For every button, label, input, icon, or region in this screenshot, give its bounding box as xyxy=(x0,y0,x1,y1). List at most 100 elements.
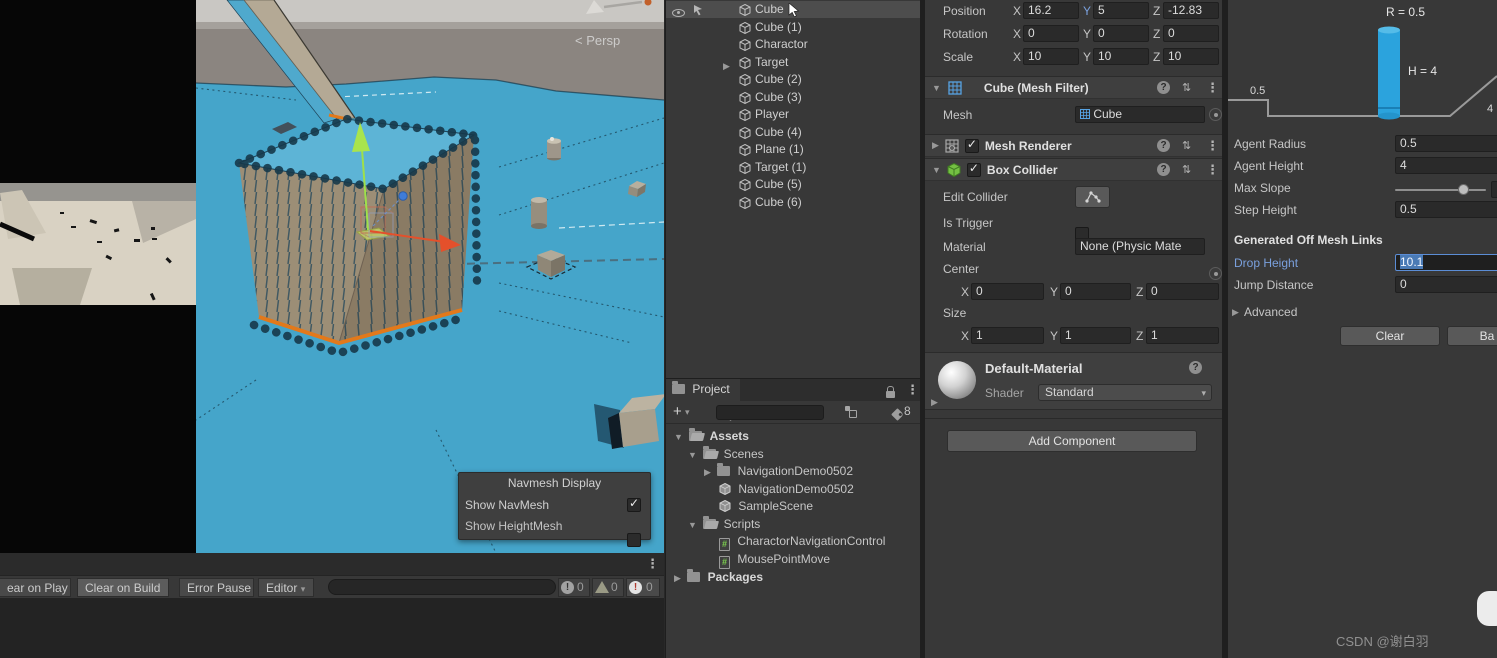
hierarchy-item-cube-5[interactable]: Cube (5) xyxy=(666,176,920,193)
box-collider-enabled-checkbox[interactable]: ✓ xyxy=(966,161,981,177)
hierarchy-item-charactor[interactable]: Charactor xyxy=(666,36,920,53)
foldout-icon[interactable]: ▼ xyxy=(688,450,697,460)
foldout-icon[interactable]: ▼ xyxy=(932,165,941,175)
size-z-field[interactable]: 1 xyxy=(1146,327,1219,344)
clear-button[interactable]: Clear xyxy=(1340,326,1440,346)
panel-divider[interactable] xyxy=(1222,0,1228,658)
project-menu-icon[interactable]: ⋮ xyxy=(906,382,919,398)
foldout-icon[interactable]: ▼ xyxy=(674,432,683,442)
help-icon[interactable]: ? xyxy=(1189,361,1202,374)
foldout-icon[interactable]: ▼ xyxy=(932,83,941,93)
clear-on-play-button[interactable]: ear on Play xyxy=(0,578,71,597)
console-search-input[interactable] xyxy=(328,579,556,595)
component-menu-icon[interactable]: ⋮ xyxy=(1206,162,1219,178)
scrollbar-thumb[interactable] xyxy=(1477,591,1497,626)
hierarchy-item-plane-1[interactable]: Plane (1) xyxy=(666,141,920,158)
show-navmesh-checkbox[interactable]: ✓ xyxy=(627,496,641,512)
position-x-field[interactable]: 16.2 xyxy=(1023,2,1079,19)
rotation-x-field[interactable]: 0 xyxy=(1023,25,1079,42)
tree-item-charactornavigationcontrol[interactable]: # CharactorNavigationControl xyxy=(719,534,885,551)
help-icon[interactable]: ? xyxy=(1157,81,1170,94)
rotation-z-field[interactable]: 0 xyxy=(1163,25,1219,42)
center-y-field[interactable]: 0 xyxy=(1060,283,1131,300)
max-slope-slider-track[interactable] xyxy=(1395,189,1486,191)
component-menu-icon[interactable]: ⋮ xyxy=(1206,138,1219,154)
hierarchy-item-player[interactable]: Player xyxy=(666,106,920,123)
tab-project[interactable]: Project xyxy=(666,379,740,401)
visibility-eye-icon[interactable] xyxy=(672,9,685,17)
position-y-field[interactable]: 5 xyxy=(1093,2,1149,19)
chevron-down-icon[interactable]: ▾ xyxy=(685,407,690,418)
hierarchy-item-cube-4[interactable]: Cube (4) xyxy=(666,124,920,141)
panel-divider[interactable] xyxy=(920,0,925,658)
step-height-field[interactable]: 0.5 xyxy=(1395,201,1497,218)
mesh-filter-header[interactable]: ▼ Cube (Mesh Filter) ? ⇅ ⋮ xyxy=(925,76,1222,99)
tree-item-navigationdemo-scene[interactable]: NavigationDemo0502 xyxy=(719,482,854,496)
help-icon[interactable]: ? xyxy=(1157,163,1170,176)
preset-icon[interactable]: ⇅ xyxy=(1182,81,1191,94)
component-menu-icon[interactable]: ⋮ xyxy=(1206,80,1219,96)
scale-y-field[interactable]: 10 xyxy=(1093,48,1149,65)
scale-z-field[interactable]: 10 xyxy=(1163,48,1219,65)
console-info-toggle[interactable]: ! 0 xyxy=(558,578,590,597)
lock-icon[interactable] xyxy=(886,386,895,398)
material-preview-header[interactable]: Default-Material ? Shader Standard ▾ ▶ xyxy=(925,352,1222,410)
gizmo-z-handle[interactable] xyxy=(398,191,408,201)
create-asset-button[interactable]: + xyxy=(673,403,682,420)
project-search-input[interactable] xyxy=(716,405,824,420)
center-z-field[interactable]: 0 xyxy=(1146,283,1219,300)
tree-item-assets[interactable]: ▼ Assets xyxy=(674,428,749,443)
shader-dropdown[interactable]: Standard ▾ xyxy=(1038,384,1212,401)
mesh-renderer-enabled-checkbox[interactable]: ✓ xyxy=(964,137,979,153)
hierarchy-item-target-1[interactable]: Target (1) xyxy=(666,159,920,176)
clear-on-build-button[interactable]: Clear on Build xyxy=(77,578,169,597)
error-pause-button[interactable]: Error Pause xyxy=(179,578,254,597)
preview-foldout-icon[interactable]: ▶ xyxy=(931,397,938,408)
hierarchy-item-target[interactable]: ▶ Target xyxy=(666,54,920,71)
hierarchy-item-cube[interactable]: Cube xyxy=(666,1,920,18)
console-error-toggle[interactable]: ! 0 xyxy=(626,578,660,597)
tree-item-navigationdemo-folder[interactable]: ▶ NavigationDemo0502 xyxy=(704,463,853,478)
hierarchy-item-cube-1[interactable]: Cube (1) xyxy=(666,19,920,36)
position-z-field[interactable]: -12.83 xyxy=(1163,2,1219,19)
object-picker-icon[interactable] xyxy=(1209,108,1222,121)
advanced-label[interactable]: Advanced xyxy=(1244,305,1297,319)
advanced-foldout-icon[interactable]: ▶ xyxy=(1232,307,1239,318)
add-component-button[interactable]: Add Component xyxy=(947,430,1197,452)
object-picker-icon[interactable] xyxy=(1209,267,1222,280)
foldout-icon[interactable]: ▶ xyxy=(674,573,681,583)
jump-distance-field[interactable]: 0 xyxy=(1395,276,1497,293)
tree-item-scripts[interactable]: ▼ Scripts xyxy=(688,515,760,531)
console-warning-toggle[interactable]: 0 xyxy=(592,578,624,597)
pick-toggle-icon[interactable] xyxy=(692,4,704,16)
tree-item-packages[interactable]: ▶ Packages xyxy=(674,569,763,584)
physic-material-field[interactable]: None (Physic Mate xyxy=(1075,238,1205,255)
tag-icon[interactable] xyxy=(890,408,904,421)
preset-icon[interactable]: ⇅ xyxy=(1182,139,1191,152)
size-x-field[interactable]: 1 xyxy=(971,327,1044,344)
foldout-icon[interactable]: ▶ xyxy=(932,140,939,151)
console-menu-icon[interactable]: ⋮ xyxy=(646,556,659,572)
asset-view-icon[interactable] xyxy=(845,406,858,418)
hierarchy-item-cube-6[interactable]: Cube (6) xyxy=(666,194,920,211)
drop-height-field[interactable]: 10.1 xyxy=(1395,254,1497,271)
tree-item-samplescene[interactable]: SampleScene xyxy=(719,499,813,513)
persp-label[interactable]: < Persp xyxy=(575,33,620,48)
scene-view[interactable]: < Persp Navmesh Display Show NavMesh ✓ S… xyxy=(196,0,664,553)
hierarchy-item-cube-2[interactable]: Cube (2) xyxy=(666,71,920,88)
help-icon[interactable]: ? xyxy=(1157,139,1170,152)
tree-item-mousepointmove[interactable]: # MousePointMove xyxy=(719,552,830,569)
size-y-field[interactable]: 1 xyxy=(1060,327,1131,344)
preset-icon[interactable]: ⇅ xyxy=(1182,163,1191,176)
agent-height-field[interactable]: 4 xyxy=(1395,157,1497,174)
rotation-y-field[interactable]: 0 xyxy=(1093,25,1149,42)
bake-button[interactable]: Ba xyxy=(1447,326,1497,346)
scale-x-field[interactable]: 10 xyxy=(1023,48,1079,65)
box-collider-header[interactable]: ▼ ✓ Box Collider ? ⇅ ⋮ xyxy=(925,158,1222,181)
edit-collider-button[interactable] xyxy=(1075,186,1110,208)
show-heightmesh-checkbox[interactable] xyxy=(627,533,641,547)
mesh-field[interactable]: Cube xyxy=(1075,106,1205,123)
max-slope-slider-handle[interactable] xyxy=(1458,184,1469,195)
max-slope-field[interactable] xyxy=(1491,181,1497,198)
foldout-icon[interactable]: ▼ xyxy=(688,520,697,530)
